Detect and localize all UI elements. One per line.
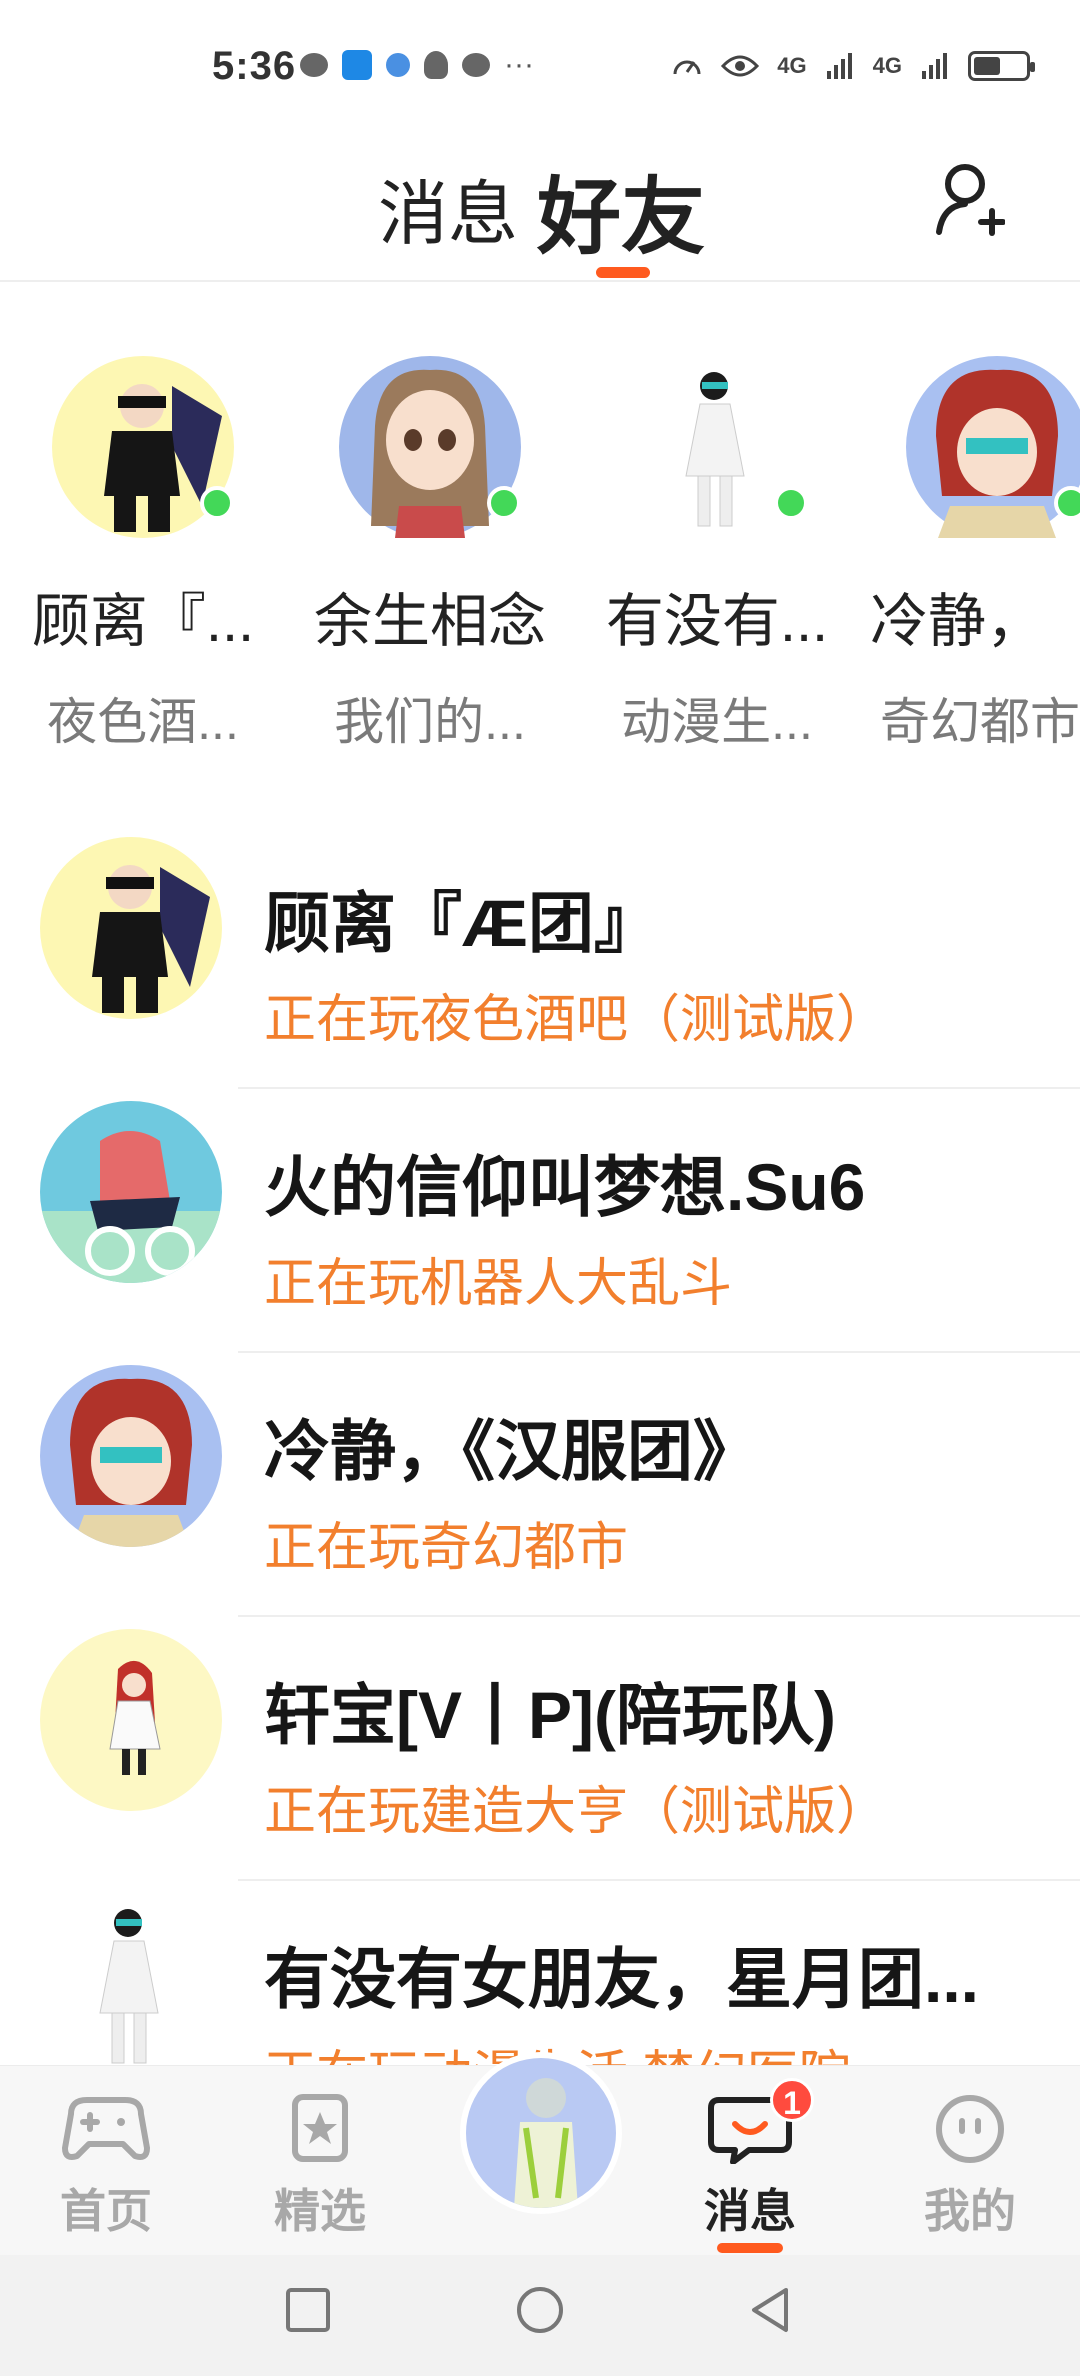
browser-icon <box>386 53 410 77</box>
signal-icon-2 <box>922 53 947 79</box>
character-avatar-icon <box>936 369 1058 538</box>
nav-home-label: 首页 <box>60 2185 152 2237</box>
online-friend-card[interactable]: 余生相念 我们的... <box>295 356 565 754</box>
list-item[interactable]: 顾离『Æ团』 正在玩夜色酒吧（测试版） <box>0 825 1080 1089</box>
nav-featured[interactable]: 精选 <box>250 2094 390 2241</box>
signal-icon-1 <box>826 53 852 79</box>
status-time: 5:36 <box>212 44 297 88</box>
weather-app-icon <box>342 50 372 80</box>
friend-play-status: 正在玩夜色酒吧（测试版） <box>264 991 889 1049</box>
character-avatar-icon <box>92 865 210 1013</box>
status-bar: 5:36 ··· 4G 4G <box>0 0 1080 130</box>
friend-play-status: 正在玩建造大亨（测试版） <box>264 1783 889 1841</box>
list-item[interactable]: 火的信仰叫梦想.Su6 正在玩机器人大乱斗 <box>0 1089 1080 1353</box>
avatar[interactable] <box>40 1365 222 1547</box>
online-friend-name: 冷静， <box>870 589 1045 654</box>
nav-active-indicator <box>717 2243 783 2253</box>
character-avatar-icon <box>70 1378 192 1547</box>
online-status-dot <box>487 486 521 520</box>
avatar[interactable] <box>339 356 521 538</box>
network-type-1: 4G <box>777 53 807 78</box>
friends-list: 顾离『Æ团』 正在玩夜色酒吧（测试版） 火的信仰叫梦想.Su6 正在玩机器人大乱… <box>0 825 1080 2145</box>
nav-mine[interactable]: 我的 <box>900 2094 1040 2241</box>
add-friend-icon[interactable] <box>935 160 1005 240</box>
nav-home[interactable]: 首页 <box>36 2094 176 2241</box>
more-notifications-icon: ··· <box>504 48 534 81</box>
avatar[interactable] <box>40 837 222 1019</box>
back-triangle-icon[interactable] <box>740 2280 800 2340</box>
online-friends-row[interactable]: 顾离『... 夜色酒... 余生相念 我们的... 有没有... 动漫生... … <box>0 356 1080 756</box>
gamepad-icon <box>62 2097 150 2160</box>
friend-name: 冷静，《汉服团》 <box>264 1414 759 1488</box>
network-type-2: 4G <box>872 53 902 78</box>
online-status-dot <box>200 486 234 520</box>
center-profile-avatar[interactable] <box>460 2052 622 2214</box>
friend-play-status: 正在玩机器人大乱斗 <box>264 1255 733 1313</box>
list-item[interactable]: 轩宝[V丨P](陪玩队) 正在玩建造大亨（测试版） <box>0 1617 1080 1881</box>
online-friend-game: 我们的... <box>334 694 526 750</box>
messages-unread-badge: 1 <box>770 2078 814 2122</box>
nav-featured-label: 精选 <box>274 2185 366 2237</box>
system-navigation-bar <box>0 2255 1080 2376</box>
online-friend-name: 有没有... <box>605 589 829 654</box>
online-friend-game: 夜色酒... <box>47 694 239 750</box>
friend-name: 火的信仰叫梦想.Su6 <box>264 1150 866 1224</box>
avatar[interactable] <box>40 1101 222 1283</box>
friend-play-status: 正在玩奇幻都市 <box>264 1519 629 1577</box>
nav-messages-label: 消息 <box>704 2185 796 2237</box>
online-friend-card[interactable]: 有没有... 动漫生... <box>582 356 852 754</box>
online-friend-name: 余生相念 <box>313 589 546 654</box>
avatar[interactable] <box>906 356 1080 538</box>
online-friend-card[interactable]: 顾离『... 夜色酒... <box>8 356 278 754</box>
online-friend-card[interactable]: 冷静， 奇幻都市 <box>862 356 1080 754</box>
tab-messages[interactable]: 消息 <box>378 158 518 259</box>
online-status-dot <box>1054 486 1080 520</box>
recent-apps-icon[interactable] <box>278 2280 338 2340</box>
friend-name: 顾离『Æ团』 <box>264 886 660 960</box>
avatar[interactable] <box>52 356 234 538</box>
online-friend-game: 奇幻都市 <box>880 694 1080 750</box>
qq-icon <box>424 51 448 79</box>
list-item[interactable]: 冷静，《汉服团》 正在玩奇幻都市 <box>0 1353 1080 1617</box>
character-avatar-icon <box>99 1909 159 2064</box>
eye-icon <box>721 55 760 77</box>
character-avatar-icon <box>40 1131 222 1283</box>
tab-friends[interactable]: 好友 <box>537 150 705 271</box>
star-card-icon <box>292 2094 348 2162</box>
message-bubble-icon <box>462 53 490 77</box>
battery-icon <box>968 51 1035 81</box>
system-indicators: 4G 4G <box>671 50 1035 82</box>
top-header: 消息 好友 <box>0 130 1080 282</box>
home-circle-icon[interactable] <box>510 2280 570 2340</box>
nav-mine-label: 我的 <box>924 2185 1016 2237</box>
active-tab-indicator <box>596 267 650 278</box>
online-friend-game: 动漫生... <box>621 694 813 750</box>
notification-icons: ··· <box>300 50 534 80</box>
character-avatar-icon <box>109 1660 161 1775</box>
online-status-dot <box>774 486 808 520</box>
smiley-face-icon <box>936 2095 1004 2163</box>
character-avatar-icon <box>514 2078 578 2208</box>
avatar[interactable] <box>40 1629 222 1811</box>
data-saver-icon <box>673 60 701 75</box>
avatar[interactable] <box>626 356 808 538</box>
wechat-icon <box>300 53 328 77</box>
avatar[interactable] <box>40 1893 222 2075</box>
online-friend-name: 顾离『... <box>31 589 255 654</box>
friend-name: 轩宝[V丨P](陪玩队) <box>264 1678 836 1752</box>
friend-name: 有没有女朋友，星月团... <box>264 1942 980 2016</box>
